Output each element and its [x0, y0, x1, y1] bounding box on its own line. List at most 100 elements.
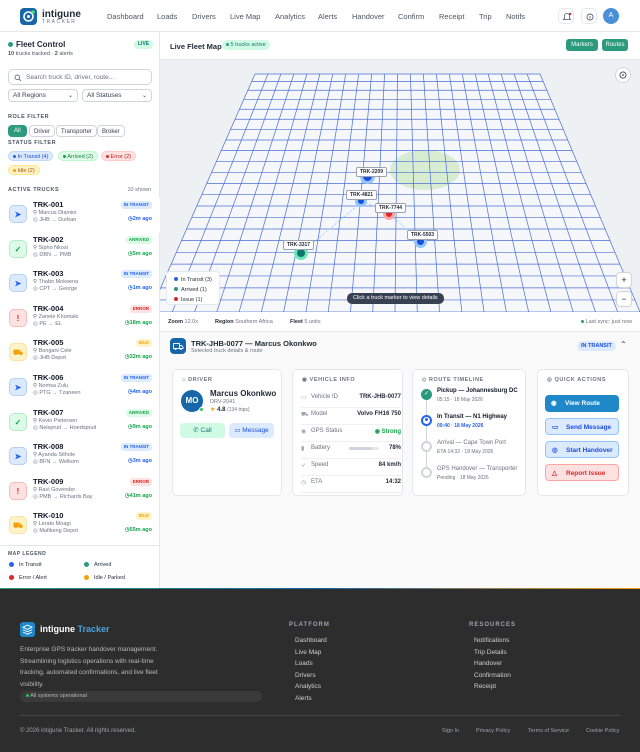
chip-error[interactable]: Error (2) — [101, 151, 137, 161]
footer-platform-link[interactable]: Live Map — [295, 649, 321, 656]
chevron-up-icon[interactable]: ⌃ — [620, 340, 627, 349]
locate-icon[interactable] — [615, 67, 631, 83]
truck-status-icon: ➤ — [9, 447, 27, 466]
message-button[interactable]: ▭ Message — [229, 423, 274, 438]
truck-card[interactable]: ➤ TRK-006 ⚲ Nomsa Zulu ◎ PTG → Tzaneen IN TR… — [0, 371, 160, 406]
footer-resources-link[interactable]: Receipt — [474, 683, 496, 690]
role-driver[interactable]: Driver — [29, 125, 55, 137]
truck-label-2209[interactable]: TRK-2209 — [356, 167, 388, 177]
markers-button[interactable]: Markers — [566, 39, 598, 51]
view-route-button[interactable]: ◉ View Route — [545, 395, 619, 412]
legend-label: Arrived — [94, 562, 112, 568]
truck-label-5503[interactable]: TRK-5503 — [407, 230, 439, 240]
truck-card[interactable]: ✓ TRK-002 ⚲ Sipho Nkosi ◎ DBN → PMB ARRIVED ◷… — [0, 233, 160, 268]
search-box[interactable]: Search truck ID, driver, route... — [8, 69, 152, 85]
live-map[interactable]: TRK-2209 TRK-4821 TRK-7744 TRK-5503 TRK-… — [160, 60, 640, 312]
nav-handover[interactable]: Handover — [352, 12, 385, 21]
truck-id: TRK-001 — [33, 200, 64, 209]
sign-in-link[interactable]: Sign In — [442, 728, 459, 734]
truck-card[interactable]: ➤ TRK-001 ⚲ Marcus Dlamini ◎ JHB → Durban IN… — [0, 198, 160, 233]
footer-platform-link[interactable]: Dashboard — [295, 637, 327, 644]
truck-route-text: PE → EL — [39, 320, 62, 327]
role-broker[interactable]: Broker — [97, 125, 125, 137]
nav-alerts[interactable]: Alerts — [318, 12, 337, 21]
timeline-sub: ETA 14:32 · 18 May 2026 — [437, 449, 494, 455]
start-handover-button[interactable]: ◎ Start Handover — [545, 441, 619, 458]
chip-in-transit[interactable]: In Transit (4) — [8, 151, 54, 161]
truck-card[interactable]: ! TRK-004 ⚲ Zanele Khumalo ◎ PE → EL ERROR ◷1… — [0, 302, 160, 337]
truck-card[interactable]: ⛟ TRK-005 ⚲ Bongani Cele ◎ JHB Depot IDLE ◷32… — [0, 336, 160, 371]
truck-route-text: PMB → Richards Bay — [39, 493, 93, 500]
map-grid[interactable] — [160, 60, 640, 312]
detail-subtitle: Selected truck details & route — [191, 348, 263, 354]
vehicle-row-value: Volvo FH16 750 — [357, 411, 401, 417]
zoom-out-button[interactable]: − — [616, 291, 632, 307]
truck-driver-name: Lerato Moagi — [38, 521, 71, 528]
nav-analytics[interactable]: Analytics — [275, 12, 305, 21]
logo-icon[interactable] — [20, 8, 37, 25]
cookie-link[interactable]: Cookie Policy — [586, 728, 619, 734]
truck-updated: ◷1m ago — [128, 285, 152, 291]
chip-idle[interactable]: Idle (2) — [8, 165, 40, 175]
truck-card[interactable]: ✓ TRK-007 ⚲ Kevin Pietersen ◎ Nelspruit → H… — [0, 406, 160, 441]
footer-resources-link[interactable]: Trip Details — [474, 649, 507, 656]
footer-platform-link[interactable]: Alerts — [295, 695, 312, 702]
truck-status-badge: IN TRANSIT — [120, 270, 152, 279]
region-select[interactable]: All Regions ⌄ — [8, 89, 78, 102]
footer-resources-link[interactable]: Notifications — [474, 637, 509, 644]
role-transporter[interactable]: Transporter — [56, 125, 97, 137]
nav-loads[interactable]: Loads — [157, 12, 177, 21]
privacy-link[interactable]: Privacy Policy — [476, 728, 510, 734]
driver-rating: ★ 4.8 (134 trips) — [210, 406, 250, 413]
person-icon: ⚲ — [33, 521, 38, 528]
nav-receipt[interactable]: Receipt — [439, 12, 464, 21]
truck-label-4821[interactable]: TRK-4821 — [346, 190, 378, 200]
footer-platform-link[interactable]: Loads — [295, 660, 313, 667]
nav-notifs[interactable]: Notifs — [506, 12, 525, 21]
truck-driver: ⚲ Ayanda Sithole — [33, 452, 75, 458]
vehicle-row: ⛟ Model Volvo FH16 750 — [301, 409, 411, 425]
truck-card[interactable]: ! TRK-009 ⚲ Ravi Govender ◎ PMB → Richards … — [0, 475, 160, 510]
driver-title-label: DRIVER — [188, 377, 213, 383]
nav-trip[interactable]: Trip — [479, 12, 492, 21]
truck-status-badge: ERROR — [129, 477, 152, 486]
zoom-in-button[interactable]: + — [616, 272, 632, 288]
vehicle-title-label: VEHICLE INFO — [309, 377, 356, 383]
nav-confirm[interactable]: Confirm — [398, 12, 424, 21]
timeline-small-icon: ◇ — [422, 377, 427, 383]
status-select[interactable]: All Statuses ⌄ — [82, 89, 152, 102]
notification-bell-icon[interactable] — [558, 8, 574, 24]
truck-label-3317[interactable]: TRK-3317 — [283, 240, 315, 250]
footer-resources-link[interactable]: Confirmation — [474, 672, 511, 679]
check-circle-icon: ◎ — [552, 447, 558, 454]
routes-button[interactable]: Routes — [602, 39, 628, 51]
chip-arrived[interactable]: Arrived (2) — [58, 151, 98, 161]
truck-status-icon: ➤ — [9, 378, 27, 396]
truck-driver: ⚲ Nomsa Zulu — [33, 383, 68, 389]
footer-platform-link[interactable]: Drivers — [295, 672, 316, 679]
truck-label-7744[interactable]: TRK-7744 — [375, 203, 407, 213]
vehicle-row: ▭ Vehicle ID TRK-JHB-0077 — [301, 392, 411, 408]
fleet-sidebar: Fleet Control LIVE 10 trucks tracked · 2… — [0, 32, 160, 589]
info-icon[interactable] — [581, 8, 597, 24]
avatar[interactable]: A — [603, 8, 619, 24]
search-input[interactable]: Search truck ID, driver, route... — [26, 74, 114, 81]
truck-route-text: BFN → Welkom — [39, 459, 79, 466]
role-all[interactable]: All — [8, 125, 27, 137]
truck-id: TRK-008 — [33, 442, 64, 452]
warning-icon: △ — [552, 470, 557, 477]
terms-link[interactable]: Terms of Service — [528, 728, 569, 734]
nav-drivers[interactable]: Drivers — [192, 12, 216, 21]
truck-card[interactable]: ⛟ TRK-010 ⚲ Lerato Moagi ◎ Mafikeng Depot ID… — [0, 509, 160, 544]
nav-dashboard[interactable]: Dashboard — [107, 12, 144, 21]
truck-card[interactable]: ➤ TRK-003 ⚲ Thabo Mokoena ◎ CPT → George IN … — [0, 267, 160, 302]
truck-status-badge: IN TRANSIT — [120, 374, 152, 382]
report-issue-button[interactable]: △ Report Issue — [545, 464, 619, 481]
timeline-sub: 09:40 · 18 May 2026 — [437, 423, 484, 429]
footer-platform-link[interactable]: Analytics — [295, 683, 321, 690]
nav-live-map[interactable]: Live Map — [230, 12, 260, 21]
send-message-button[interactable]: ▭ Send Message — [545, 418, 619, 435]
call-button[interactable]: ✆ Call — [180, 423, 225, 438]
truck-card[interactable]: ➤ TRK-008 ⚲ Ayanda Sithole ◎ BFN → Welkom IN… — [0, 440, 160, 475]
footer-resources-link[interactable]: Handover — [474, 660, 502, 667]
